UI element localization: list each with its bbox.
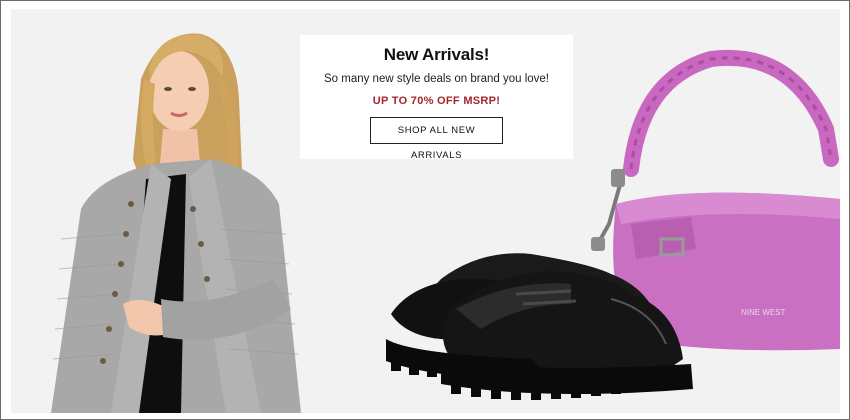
promo-discount-text: UP TO 70% OFF MSRP!: [372, 95, 501, 107]
promo-subtitle: So many new style deals on brand you lov…: [323, 73, 550, 85]
promo-title: New Arrivals!: [383, 45, 490, 64]
promo-card: New Arrivals! So many new style deals on…: [300, 35, 573, 161]
new-arrivals-hero-banner[interactable]: New Arrivals! So many new style deals on…: [11, 9, 840, 413]
hero-frame: New Arrivals! So many new style deals on…: [0, 0, 850, 420]
shop-all-new-arrivals-button[interactable]: SHOP ALL NEW ARRIVALS: [370, 117, 503, 161]
handbag-logo-text: NINE WEST: [741, 308, 786, 317]
model-in-gray-jacket-image: [51, 33, 301, 413]
